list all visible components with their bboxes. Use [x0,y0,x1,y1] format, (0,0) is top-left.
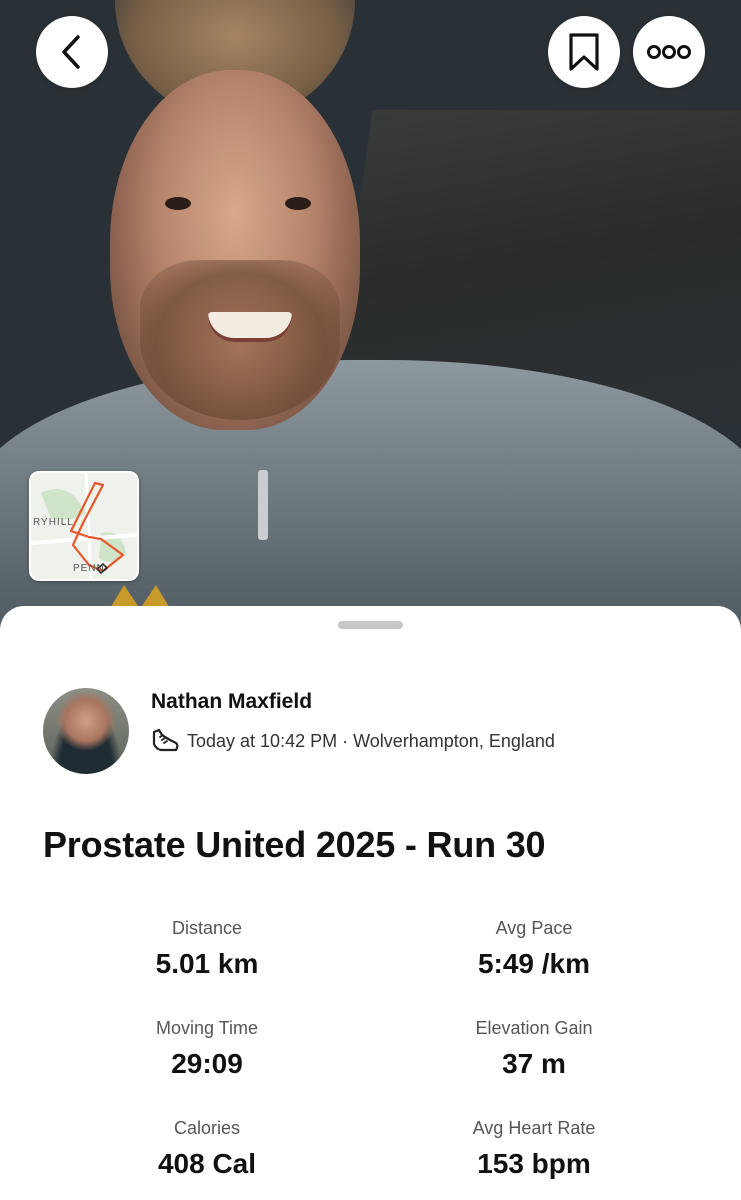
stat-distance: Distance 5.01 km [77,916,337,980]
more-options-button[interactable] [633,16,705,88]
avatar[interactable] [43,688,129,774]
stat-value: 5.01 km [155,948,259,979]
run-shoe-icon [151,728,179,754]
back-button[interactable] [36,16,108,88]
map-label-top: RYHILL [33,517,74,528]
stat-label: Moving Time [155,1018,259,1038]
map-label-bottom: PENN [73,563,105,574]
athlete-name[interactable]: Nathan Maxfield [151,690,312,714]
stat-value: 37 m [502,1048,566,1079]
more-dots-icon [647,45,691,59]
photo-zip [258,470,268,540]
activity-datetime-location: Today at 10:42 PM · Wolverhampton, Engla… [187,730,555,751]
stat-label: Calories [173,1118,241,1138]
photo-eye-left [165,197,191,210]
stat-avg-pace: Avg Pace 5:49 /km [404,916,664,980]
stat-calories: Calories 408 Cal [77,1116,337,1180]
stat-avg-heart-rate: Avg Heart Rate 153 bpm [404,1116,664,1180]
activity-title: Prostate United 2025 - Run 30 [43,824,546,865]
stat-label: Avg Heart Rate [472,1118,596,1138]
stat-value: 5:49 /km [477,948,591,979]
sheet-drag-handle[interactable] [338,621,403,629]
stat-label: Elevation Gain [475,1018,593,1038]
route-map-thumbnail[interactable]: RYHILL PENN [29,471,139,581]
stat-value: 29:09 [171,1048,243,1079]
bookmark-button[interactable] [548,16,620,88]
stat-label: Distance [171,918,243,938]
stat-value: 153 bpm [477,1148,591,1179]
photo-smile [208,312,292,342]
stat-value: 408 Cal [157,1148,257,1179]
stat-elevation-gain: Elevation Gain 37 m [404,1016,664,1080]
activity-meta-row: Today at 10:42 PM · Wolverhampton, Engla… [151,727,555,755]
chevron-left-icon [62,35,80,69]
bookmark-icon [569,33,599,71]
stat-moving-time: Moving Time 29:09 [77,1016,337,1080]
activity-details-sheet: Nathan Maxfield Today at 10:42 PM · Wolv… [0,606,741,1200]
stat-label: Avg Pace [495,918,573,938]
photo-eye-right [285,197,311,210]
